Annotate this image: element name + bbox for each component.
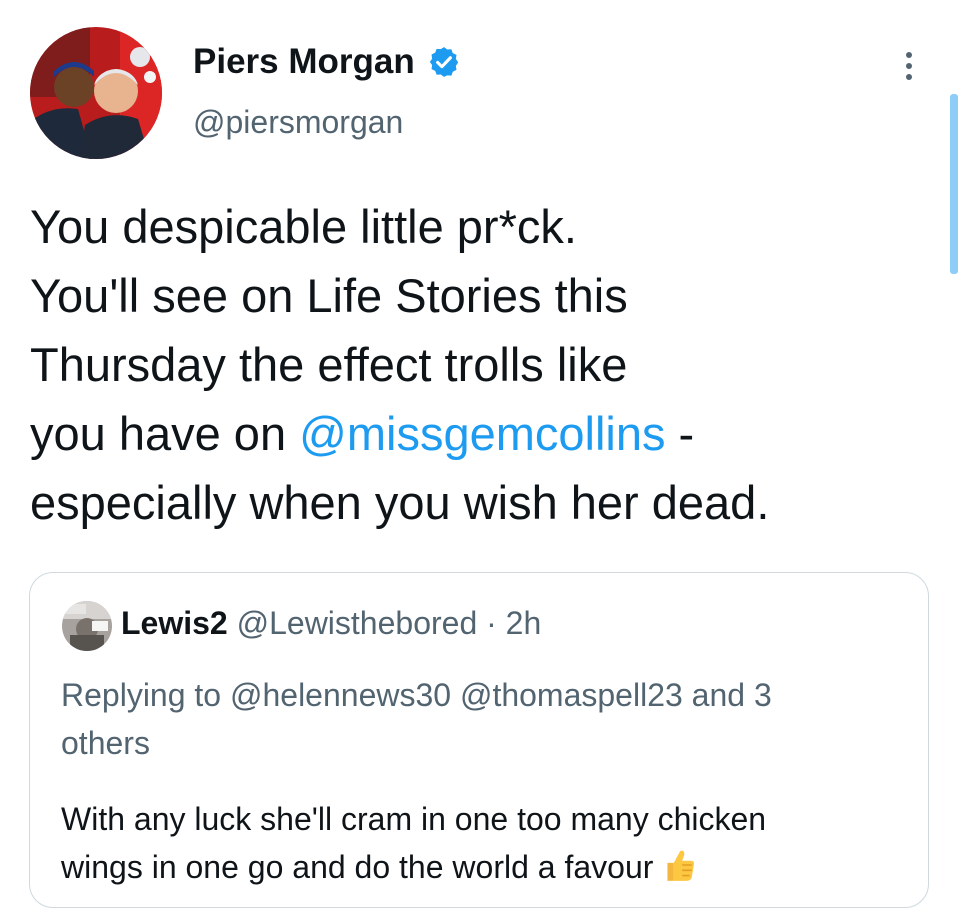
- avatar-photo: [62, 601, 112, 651]
- replying-mention-link[interactable]: @helennews30: [230, 677, 451, 713]
- author-display-name[interactable]: Piers Morgan: [193, 42, 461, 82]
- quoted-author-name[interactable]: Lewis2: [121, 605, 228, 641]
- quoted-text-line: With any luck she'll cram in one too man…: [61, 801, 767, 837]
- quoted-tweet-card[interactable]: Lewis2 @Lewisthebored · 2h Replying to @…: [29, 572, 929, 908]
- tweet-text: You despicable little pr*ck. You'll see …: [30, 192, 930, 537]
- tweet-text-line: especially when you wish her dead.: [30, 476, 770, 529]
- separator-dot: ·: [486, 605, 497, 641]
- author-avatar[interactable]: [30, 27, 162, 159]
- quoted-text-line: wings in one go and do the world a favou…: [61, 843, 911, 891]
- avatar-photo: [30, 27, 162, 159]
- scrollbar-thumb[interactable]: [950, 94, 958, 274]
- thumbs-up-icon: [659, 846, 697, 884]
- quoted-author-handle[interactable]: @Lewisthebored: [237, 605, 478, 641]
- author-name-text[interactable]: Piers Morgan: [193, 42, 415, 82]
- tweet-text-fragment: -: [665, 407, 695, 460]
- tweet-text-line: you have on @missgemcollins -: [30, 399, 930, 468]
- replying-others-link[interactable]: others: [61, 719, 911, 767]
- verified-badge-icon: [427, 45, 461, 79]
- replying-to-line: Replying to @helennews30 @thomaspell23 a…: [61, 671, 911, 719]
- quoted-tweet-text: With any luck she'll cram in one too man…: [61, 795, 911, 891]
- replying-prefix: Replying to: [61, 677, 230, 713]
- more-options-icon[interactable]: [894, 48, 924, 84]
- replying-mention-link[interactable]: @thomaspell23: [460, 677, 683, 713]
- tweet-text-fragment: you have on: [30, 407, 300, 460]
- quoted-author-avatar[interactable]: [62, 601, 112, 651]
- replying-others-link[interactable]: and 3: [692, 677, 772, 713]
- quoted-tweet-time[interactable]: 2h: [506, 605, 542, 641]
- replying-to: Replying to @helennews30 @thomaspell23 a…: [61, 671, 911, 767]
- quoted-text-fragment: wings in one go and do the world a favou…: [61, 849, 654, 885]
- author-handle[interactable]: @piersmorgan: [193, 104, 403, 141]
- quoted-tweet-header: Lewis2 @Lewisthebored · 2h: [121, 605, 541, 642]
- tweet-text-line: You'll see on Life Stories this: [30, 269, 628, 322]
- mention-link[interactable]: @missgemcollins: [299, 407, 665, 460]
- tweet-text-line: You despicable little pr*ck.: [30, 200, 577, 253]
- tweet-text-line: Thursday the effect trolls like: [30, 338, 628, 391]
